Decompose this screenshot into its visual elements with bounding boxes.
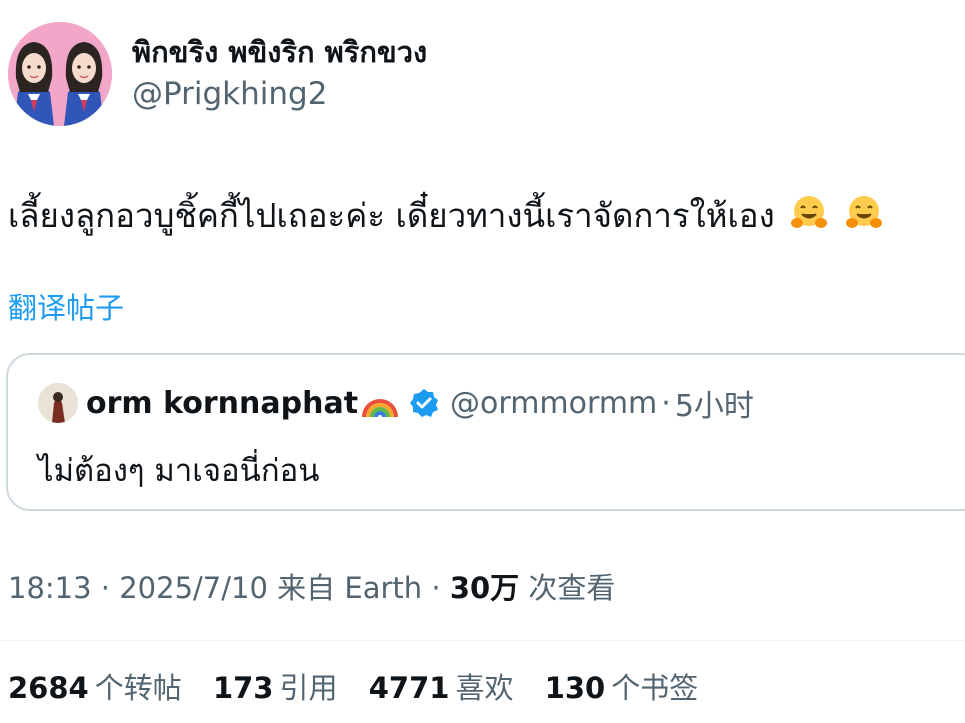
rainbow-emoji [362,399,399,418]
tweet-text: เลี้ยงลูกอวบูชิ้คกี้ไปเถอะค่ะ เดี๋ยวทางน… [8,186,884,246]
translate-post-link[interactable]: 翻译帖子 [8,288,124,328]
tweet-time[interactable]: 18:13 [8,571,92,605]
likes-label: 喜欢 [455,671,514,705]
quoted-author-handle[interactable]: @ormmormm [450,386,657,421]
quoted-tweet-text: ไม่ต้องๆ มาเจอนี่ก่อน [38,453,320,489]
meta-separator: · [91,571,120,605]
retweets-count: 2684 [8,671,89,705]
bookmarks-stat[interactable]: 130 个书签 [545,671,699,705]
verified-badge-icon [410,389,439,417]
author-names: พิกขริง พขิงริก พริกขวง @Prigkhing2 [132,32,427,116]
divider [0,640,965,641]
quoted-separator: · [661,385,671,421]
hugging-face-emoji [791,196,828,228]
tweet-header: พิกขริง พขิงริก พริกขวง @Prigkhing2 [8,22,427,126]
tweet-meta: 18:13 · 2025/7/10 来自 Earth · 30万 次查看 [8,568,615,608]
quoted-tweet-card[interactable]: orm kornnaphat @ormmormm · 5小时 ไม่ต้องๆ … [6,353,965,511]
profile-avatar[interactable] [8,22,112,126]
bookmarks-label: 个书签 [611,671,699,705]
engagement-stats: 2684 个转帖 173 引用 4771 喜欢 130 个书签 [8,667,720,709]
quotes-stat[interactable]: 173 引用 [213,671,338,705]
retweets-stat[interactable]: 2684 个转帖 [8,671,182,705]
tweet-date[interactable]: 2025/7/10 [119,571,268,605]
avatar-image [8,22,112,126]
quoted-tweet-time[interactable]: 5小时 [675,381,754,425]
author-handle[interactable]: @Prigkhing2 [132,72,427,116]
quoted-author-avatar[interactable] [38,383,78,423]
quotes-count: 173 [212,671,274,705]
quoted-avatar-image [38,383,78,423]
quoted-author-name[interactable]: orm kornnaphat [86,386,358,421]
retweets-label: 个转帖 [94,671,182,705]
author-display-name[interactable]: พิกขริง พขิงริก พริกขวง [132,32,427,72]
views-label: 次查看 [519,571,616,605]
likes-stat[interactable]: 4771 喜欢 [369,671,514,705]
hugging-face-emoji [845,196,882,228]
views-count: 30万 [449,571,520,605]
quoted-tweet-header: orm kornnaphat @ormmormm · 5小时 [38,381,754,425]
tweet-body: เลี้ยงลูกอวบูชิ้คกี้ไปเถอะค่ะ เดี๋ยวทางน… [8,196,775,235]
quotes-label: 引用 [279,671,338,705]
bookmarks-count: 130 [544,671,606,705]
meta-separator: · [422,571,450,605]
likes-count: 4771 [368,671,450,705]
tweet-source: 来自 Earth [267,571,423,605]
